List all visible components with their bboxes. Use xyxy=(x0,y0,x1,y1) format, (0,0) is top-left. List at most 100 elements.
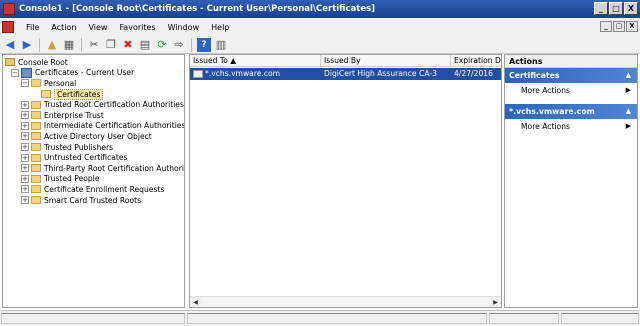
maximize-button[interactable]: □ xyxy=(609,2,623,15)
tree-node-active-directory-user-object[interactable]: + Active Directory User Object xyxy=(5,131,182,142)
tree-node-enterprise-trust[interactable]: + Enterprise Trust xyxy=(5,110,182,121)
section-title: *.vchs.vmware.com xyxy=(509,107,595,116)
expand-icon[interactable]: + xyxy=(21,121,29,130)
expand-icon[interactable]: + xyxy=(21,153,29,162)
close-button[interactable]: X xyxy=(624,2,638,15)
more-actions-item[interactable]: More Actions ▶ xyxy=(505,83,637,98)
column-issued-to[interactable]: Issued To ▲ xyxy=(190,55,321,66)
folder-icon xyxy=(30,100,41,109)
menu-bar: File Action View Favorites Window Help _… xyxy=(0,18,640,36)
tree-node-intermediate-ca[interactable]: + Intermediate Certification Authorities xyxy=(5,121,184,132)
window-title-bar[interactable]: Console1 - [Console Root\Certificates - … xyxy=(0,0,640,18)
folder-icon xyxy=(31,143,41,152)
toolbar-separator xyxy=(39,37,40,52)
menu-action[interactable]: Action xyxy=(45,23,82,32)
collapse-section-icon[interactable]: ▲ xyxy=(626,104,631,119)
status-bar xyxy=(0,310,640,326)
folder-icon xyxy=(31,153,41,162)
status-panel xyxy=(187,313,487,324)
export-icon[interactable]: ⇨ xyxy=(172,38,186,52)
expand-icon[interactable]: + xyxy=(21,185,29,194)
collapse-section-icon[interactable]: ▲ xyxy=(626,68,631,83)
table-row[interactable]: *.vchs.vmware.com DigiCert High Assuranc… xyxy=(190,68,501,80)
list-header: Issued To ▲ Issued By Expiration Da xyxy=(190,55,501,67)
tree-node-untrusted-certificates[interactable]: + Untrusted Certificates xyxy=(5,152,182,163)
refresh-icon[interactable]: ⟳ xyxy=(155,38,169,52)
mdi-close-button[interactable]: X xyxy=(626,21,638,32)
actions-section-certificates[interactable]: Certificates ▲ xyxy=(505,68,637,83)
help-icon[interactable]: ? xyxy=(197,37,211,52)
tree-node-personal[interactable]: − Personal xyxy=(5,78,182,89)
tree-node-smart-card-trusted-roots[interactable]: + Smart Card Trusted Roots xyxy=(5,195,182,206)
tree-node-label: Console Root xyxy=(18,57,68,67)
mdi-restore-button[interactable]: ▢ xyxy=(613,21,625,32)
cut-icon[interactable]: ✂ xyxy=(87,38,101,52)
copy-icon[interactable]: ❐ xyxy=(104,38,118,52)
minimize-button[interactable]: _ xyxy=(594,2,608,15)
mdi-minimize-button[interactable]: _ xyxy=(600,21,612,32)
tree-node-trusted-people[interactable]: + Trusted People xyxy=(5,174,182,185)
collapse-icon[interactable]: − xyxy=(21,79,29,88)
action-label: More Actions xyxy=(521,86,570,95)
tree-node-trusted-root-ca[interactable]: + Trusted Root Certification Authorities xyxy=(5,99,184,110)
expand-icon[interactable]: + xyxy=(21,143,29,152)
column-expiration-date[interactable]: Expiration Da xyxy=(451,55,501,66)
menu-view[interactable]: View xyxy=(82,23,113,32)
back-icon[interactable]: ◀ xyxy=(3,38,17,52)
horizontal-scrollbar[interactable]: ◀ ▶ xyxy=(190,296,501,307)
up-folder-icon[interactable]: ▲ xyxy=(45,38,59,52)
toolbar-separator xyxy=(191,37,192,52)
document-icon[interactable] xyxy=(2,21,14,33)
folder-icon xyxy=(31,196,41,205)
collapse-icon[interactable]: − xyxy=(11,68,19,77)
show-hide-action-pane-icon[interactable]: ▥ xyxy=(214,38,228,52)
tree-node-certificates[interactable]: Certificates xyxy=(5,88,182,100)
certificate-list-pane[interactable]: Issued To ▲ Issued By Expiration Da *.vc… xyxy=(189,54,502,308)
console-tree-pane[interactable]: Console Root − Certificates - Current Us… xyxy=(2,54,185,308)
cell-issued-to: *.vchs.vmware.com xyxy=(190,68,321,80)
folder-icon xyxy=(31,174,41,183)
show-hide-tree-icon[interactable]: ▦ xyxy=(62,38,76,52)
forward-icon[interactable]: ▶ xyxy=(20,38,34,52)
folder-icon xyxy=(30,121,41,130)
tree-node-label: Trusted Root Certification Authorities xyxy=(43,100,184,110)
expand-icon[interactable]: + xyxy=(21,196,29,205)
status-panel xyxy=(489,313,559,324)
expand-icon[interactable]: + xyxy=(21,111,29,120)
mmc-app-icon[interactable] xyxy=(3,3,15,15)
folder-icon xyxy=(31,79,41,88)
menu-window[interactable]: Window xyxy=(162,23,206,32)
scroll-right-icon[interactable]: ▶ xyxy=(490,297,501,308)
tree-node-certificate-enrollment-requests[interactable]: + Certificate Enrollment Requests xyxy=(5,184,182,195)
tree-node-label: Certificates - Current User xyxy=(35,68,135,78)
scroll-left-icon[interactable]: ◀ xyxy=(190,297,201,308)
menu-favorites[interactable]: Favorites xyxy=(113,23,161,32)
scroll-track[interactable] xyxy=(201,296,490,307)
tree-node-label: Trusted Publishers xyxy=(44,142,114,152)
tree-node-certificates-current-user[interactable]: − Certificates - Current User xyxy=(5,67,182,79)
tree-node-label: Untrusted Certificates xyxy=(44,153,128,163)
column-issued-by[interactable]: Issued By xyxy=(321,55,451,66)
folder-icon xyxy=(31,111,41,120)
expand-icon[interactable]: + xyxy=(21,132,29,141)
properties-icon[interactable]: ▤ xyxy=(138,38,152,52)
tree-node-label-selected: Certificates xyxy=(54,88,104,100)
tree-node-trusted-publishers[interactable]: + Trusted Publishers xyxy=(5,142,182,153)
expand-icon[interactable]: + xyxy=(21,164,29,173)
delete-icon[interactable]: ✖ xyxy=(121,38,135,52)
tree-node-label: Certificate Enrollment Requests xyxy=(44,184,165,194)
toolbar: ◀ ▶ ▲ ▦ ✂ ❐ ✖ ▤ ⟳ ⇨ ? ▥ xyxy=(0,36,640,54)
certificate-icon xyxy=(193,70,203,78)
menu-file[interactable]: File xyxy=(20,23,45,32)
tree-node-console-root[interactable]: Console Root xyxy=(5,57,182,68)
tree-node-label: Third-Party Root Certification Authoriti… xyxy=(43,163,185,173)
more-actions-item[interactable]: More Actions ▶ xyxy=(505,119,637,134)
tree-node-third-party-root-ca[interactable]: + Third-Party Root Certification Authori… xyxy=(5,163,185,174)
expand-icon[interactable]: + xyxy=(21,100,29,109)
actions-header: Actions xyxy=(505,55,637,68)
expand-icon[interactable]: + xyxy=(21,174,29,183)
tree-node-label: Trusted People xyxy=(44,174,100,184)
folder-icon xyxy=(30,164,41,173)
menu-help[interactable]: Help xyxy=(205,23,235,32)
actions-section-selected-cert[interactable]: *.vchs.vmware.com ▲ xyxy=(505,104,637,119)
